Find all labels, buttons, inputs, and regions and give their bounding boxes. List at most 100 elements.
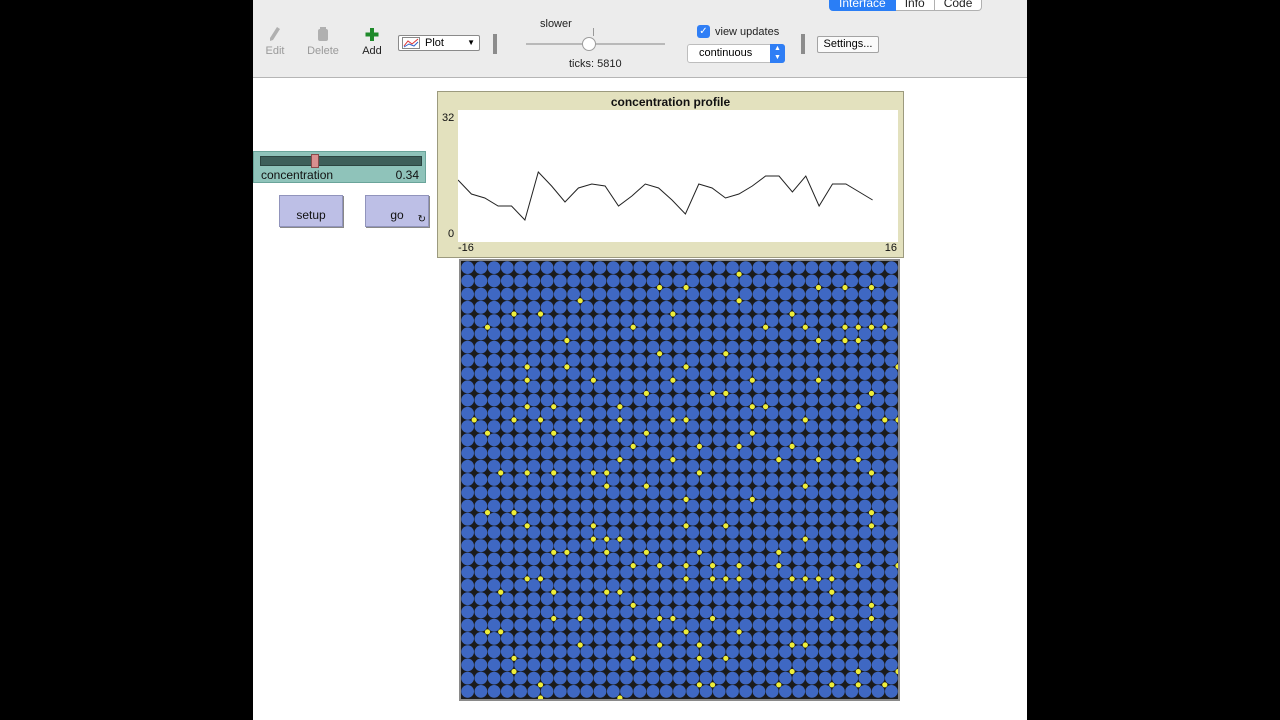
particle — [855, 682, 861, 688]
patch-cell — [885, 393, 898, 407]
particle — [829, 576, 835, 582]
particle — [815, 377, 822, 383]
patch-cell — [885, 486, 898, 500]
particle — [511, 655, 517, 661]
patch-cell — [845, 499, 859, 513]
patch-cell — [765, 552, 779, 566]
patch-cell — [752, 671, 766, 685]
tab-interface[interactable]: Interface — [829, 0, 896, 11]
concentration-slider[interactable]: concentration 0.34 — [253, 151, 426, 183]
particle — [617, 589, 623, 595]
patch-cell — [805, 367, 819, 380]
update-mode-select[interactable]: continuous ▲ ▼ — [687, 44, 785, 63]
patch-cell — [845, 671, 859, 685]
patch-cell — [779, 367, 792, 380]
patch-cell — [832, 592, 845, 606]
patch-cell — [487, 380, 501, 394]
slider-track[interactable] — [260, 156, 422, 166]
patch-cell — [712, 658, 726, 672]
patch-cell — [673, 618, 686, 632]
patch-cell — [461, 367, 474, 380]
patch-cell — [871, 261, 885, 274]
particle — [657, 563, 663, 569]
patch-cell — [606, 340, 620, 354]
patch-cell — [818, 327, 832, 341]
go-button[interactable]: go ↻ — [365, 195, 429, 227]
patch-cell — [699, 645, 713, 659]
patch-cell — [805, 406, 819, 420]
patch-cell — [461, 552, 474, 566]
patch-cell — [474, 499, 488, 513]
netlogo-window: Edit Delete Add Plot ▼ slower ticks: 581… — [253, 0, 1027, 720]
widget-type-select[interactable]: Plot ▼ — [398, 35, 480, 51]
patch-cell — [659, 433, 673, 447]
patch-cell — [871, 274, 885, 288]
patch-cell — [646, 565, 660, 579]
patch-cell — [673, 632, 686, 645]
edit-button[interactable]: Edit — [253, 26, 297, 57]
delete-button[interactable]: Delete — [301, 26, 345, 57]
patch-cell — [646, 380, 660, 394]
particle — [789, 443, 795, 449]
patch-cell — [461, 539, 474, 553]
patch-cell — [593, 367, 607, 380]
particle — [749, 496, 755, 502]
patch-cell — [871, 433, 885, 447]
add-button[interactable]: Add — [350, 26, 394, 57]
patch-cell — [792, 393, 806, 407]
patch-cell — [606, 367, 620, 380]
patch-cell — [673, 393, 686, 407]
patch-cell — [818, 300, 832, 314]
patch-cell — [527, 327, 541, 341]
patch-cell — [779, 340, 792, 354]
particle — [855, 457, 861, 463]
patch-cell — [845, 605, 859, 619]
patch-cell — [659, 512, 673, 526]
patch-cell — [739, 499, 753, 513]
patch-cell — [726, 473, 739, 486]
speed-slider-thumb[interactable] — [582, 37, 596, 51]
tab-code[interactable]: Code — [934, 0, 983, 11]
patch-cell — [832, 618, 845, 632]
patch-cell — [593, 380, 607, 394]
particle — [551, 615, 557, 622]
patch-cell — [673, 406, 686, 420]
patch-cell — [620, 645, 633, 659]
slider-handle[interactable] — [311, 154, 320, 168]
patch-cell — [845, 300, 859, 314]
patch-cell — [461, 287, 474, 301]
setup-button[interactable]: setup — [279, 195, 343, 227]
patch-cell — [567, 512, 580, 526]
patch-cell — [726, 618, 739, 632]
patch-cell — [885, 685, 898, 698]
patch-cell — [885, 300, 898, 314]
patch-cell — [832, 446, 845, 460]
patch-cell — [673, 552, 686, 566]
patch-cell — [659, 605, 673, 619]
patch-cell — [699, 433, 713, 447]
particle — [577, 298, 583, 304]
settings-button[interactable]: Settings... — [817, 36, 879, 53]
patch-cell — [659, 420, 673, 433]
patch-cell — [567, 605, 580, 619]
particle — [789, 576, 795, 582]
particle — [842, 324, 848, 330]
patch-cell — [712, 420, 726, 433]
patch-cell — [752, 300, 766, 314]
patch-cell — [659, 671, 673, 685]
patch-cell — [712, 632, 726, 645]
particle — [710, 615, 716, 622]
patch-cell — [553, 367, 567, 380]
patch-cell — [553, 632, 567, 645]
patch-cell — [487, 645, 501, 659]
widget-type-label: Plot — [425, 37, 444, 49]
tab-info[interactable]: Info — [895, 0, 935, 11]
view-updates-checkbox[interactable]: ✓ — [697, 25, 710, 38]
patch-cell — [659, 552, 673, 566]
patch-cell — [673, 261, 686, 274]
patch-cell — [752, 274, 766, 288]
world-view[interactable] — [459, 259, 900, 701]
patch-cell — [567, 539, 580, 553]
patch-cell — [646, 406, 660, 420]
patch-cell — [633, 367, 647, 380]
